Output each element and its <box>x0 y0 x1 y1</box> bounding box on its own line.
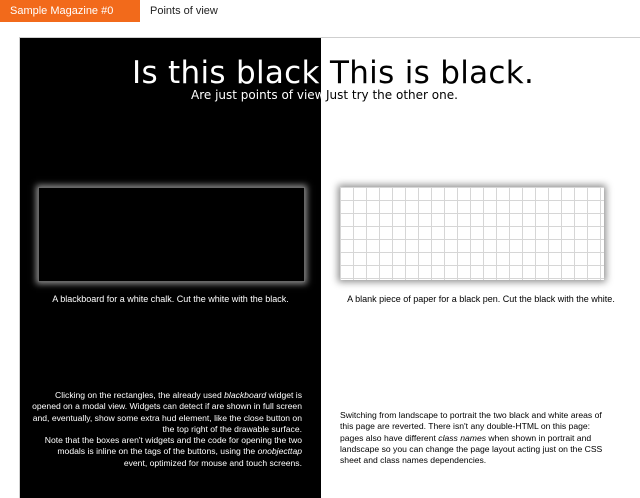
class-names-emphasis: class names <box>438 432 487 443</box>
blackboard-emphasis: blackboard <box>224 390 267 400</box>
white-subtitle: Just try the other one. <box>326 88 458 102</box>
paper-grid-rectangle[interactable] <box>340 187 604 280</box>
breadcrumb-points-of-view[interactable]: Points of view <box>150 0 218 22</box>
page-frame: Is this black? This is black. Are just p… <box>19 37 640 498</box>
black-title: Is this black? <box>132 55 337 91</box>
black-subtitle: Are just points of view. <box>191 88 328 102</box>
black-description-text-1: Clicking on the rectangles, the already … <box>55 390 225 400</box>
top-navigation-bar: Sample Magazine #0 Points of view <box>0 0 640 22</box>
blackboard-rectangle[interactable] <box>38 187 305 282</box>
black-description-text-4: event, optimized for mouse and touch scr… <box>123 457 302 468</box>
white-title: This is black. <box>330 55 535 91</box>
paper-caption: A blank piece of paper for a black pen. … <box>347 294 615 304</box>
tab-sample-magazine[interactable]: Sample Magazine #0 <box>0 0 140 22</box>
blackboard-caption: A blackboard for a white chalk. Cut the … <box>52 294 289 304</box>
black-description: Clicking on the rectangles, the already … <box>32 390 302 469</box>
white-description: Switching from landscape to portrait the… <box>340 410 610 466</box>
onobjecttap-emphasis: onobjecttap <box>257 446 302 457</box>
